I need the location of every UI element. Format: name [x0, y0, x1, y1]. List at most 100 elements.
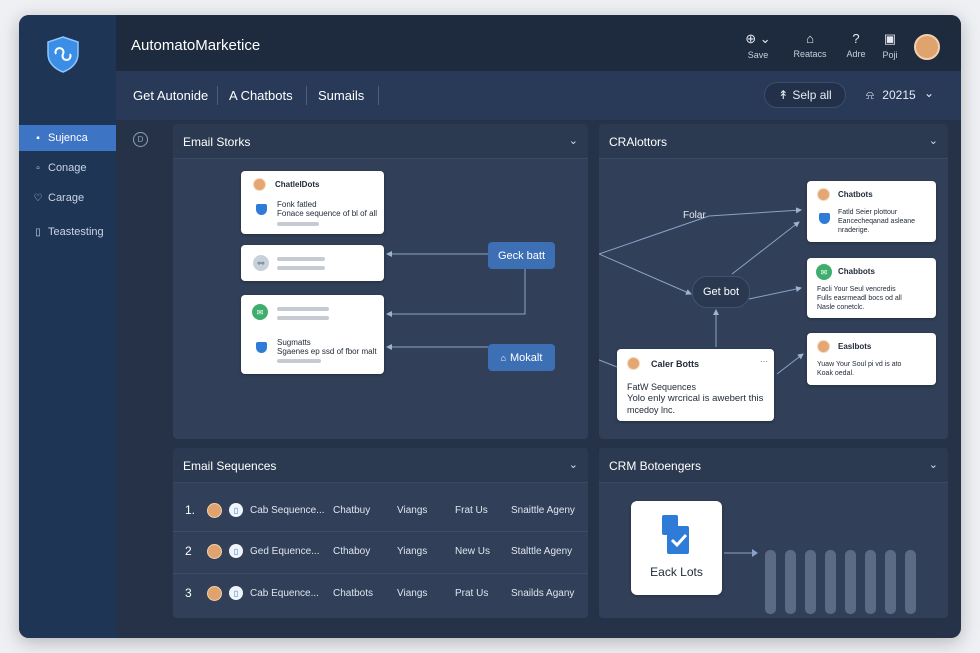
sidebar-item-teastesting[interactable]: ▯ Teastesting: [19, 219, 116, 245]
chatlel-dots-card[interactable]: ChatlelDots Fonk fatled Fonace sequence …: [241, 171, 384, 234]
placeholder-card[interactable]: ⚯: [241, 245, 384, 281]
panel-header: CRM Botoengers ⌄: [599, 448, 948, 483]
link-icon: ⚯: [253, 255, 269, 271]
tab-get-autonide[interactable]: Get Autonide: [133, 88, 208, 103]
table-row[interactable]: 3 ▯ Cab Equence... Chatbots Viangs Prat …: [173, 575, 588, 612]
card-line: Sgaenes ep ssd of fbor malt: [277, 347, 377, 356]
sequence-name: Cab Sequence...: [250, 505, 325, 516]
sidebar-item-label: Teastesting: [48, 226, 104, 238]
chevron-down-icon[interactable]: ⌄: [924, 86, 934, 100]
crm-bar: [825, 550, 836, 614]
sidebar-item-label: Carage: [48, 192, 85, 204]
avatar: [207, 586, 222, 601]
placeholder-bar: [277, 266, 325, 270]
card-title: Chabbots: [838, 267, 875, 276]
card-line: Fatld Seier plottour: [838, 209, 898, 216]
cell: Viangs: [397, 505, 428, 516]
mail-icon: ✉: [252, 304, 268, 320]
table-row[interactable]: 1. ▯ Cab Sequence... Chatbuy Viangs Frat…: [173, 492, 588, 529]
tab-bar: Get Autonide A Chatbots Sumails ↟ Selp a…: [116, 71, 961, 120]
cell: Viangs: [397, 588, 428, 599]
mokalt-node[interactable]: ⌂ Mokalt: [488, 344, 555, 371]
panel-title: CRM Botoengers: [609, 459, 702, 473]
shield-icon: [819, 213, 830, 224]
cell: Frat Us: [455, 505, 488, 516]
year-value: 20215: [882, 88, 916, 102]
crm-bar: [885, 550, 896, 614]
easlbots-card[interactable]: Easlbots Yuaw Your Soul pi vd is ato Koa…: [807, 333, 936, 385]
sidebar-item-label: Sujenca: [48, 132, 88, 144]
heart-icon: ♡: [33, 192, 43, 204]
sidebar-item-label: Conage: [48, 162, 87, 174]
sidebar-item-conage[interactable]: ▫ Conage: [19, 155, 116, 181]
tab-divider: [306, 86, 307, 105]
caller-botts-card[interactable]: Caler Botts ⋯ FatW Sequences Yolo enly w…: [617, 349, 774, 421]
email-storks-panel: Email Storks ⌄ ChatlelDots Fonk fatled F…: [173, 124, 588, 439]
card-line: Fulls easrmeadl bocs od all: [817, 295, 902, 302]
row-number: 2: [185, 544, 192, 558]
crm-bar: [805, 550, 816, 614]
more-icon[interactable]: ⋯: [760, 357, 768, 366]
lock-icon: ▪: [36, 132, 40, 144]
cell: Stalttle Ageny: [511, 546, 573, 557]
cell: Prat Us: [455, 588, 489, 599]
doc-icon: ▯: [229, 503, 243, 517]
card-line: Yolo enly wrcrical is awebert this: [627, 393, 764, 404]
chabbots-card[interactable]: ✉ Chabbots Facli Your Seul vencredis Ful…: [807, 258, 936, 318]
adre-label: Adre: [846, 49, 866, 59]
tab-divider: [378, 86, 379, 105]
get-bot-node[interactable]: Get bot: [692, 276, 750, 308]
card-title: Chatbots: [838, 190, 873, 199]
arrow-right-icon: [724, 549, 758, 557]
row-number: 1.: [185, 503, 196, 517]
user-avatar[interactable]: [914, 34, 940, 60]
each-lots-tile[interactable]: Eack Lots: [631, 501, 722, 595]
tile-label: Eack Lots: [650, 565, 703, 579]
table-row[interactable]: 2 ▯ Ged Equence... Cthaboy Yiangs New Us…: [173, 533, 588, 570]
calendar-icon: ⍾: [866, 88, 874, 102]
sidebar-item-sujenca[interactable]: ▪ Sujenca: [19, 125, 116, 151]
shield-logo-icon: [47, 36, 79, 73]
tab-sumails[interactable]: Sumails: [318, 88, 364, 103]
collapse-rail-icon[interactable]: D: [133, 132, 148, 147]
top-header: AutomatoMarketice ⊕ ⌄ Save ⌂ Reatacs ? A…: [116, 15, 961, 71]
poji-action[interactable]: ▣ Poji: [870, 31, 910, 60]
tab-chatbots[interactable]: A Chatbots: [229, 88, 293, 103]
avatar: [207, 544, 222, 559]
sequence-name: Ged Equence...: [250, 546, 320, 557]
avatar: [817, 340, 830, 353]
card-line: Facli Your Seul vencredis: [817, 286, 896, 293]
placeholder-bar: [277, 222, 319, 226]
crm-bar: [785, 550, 796, 614]
sugmatts-card[interactable]: ✉ Sugmatts Sgaenes ep ssd of fbor malt: [241, 295, 384, 374]
placeholder-bar: [277, 257, 325, 261]
cell: Snailds Agany: [511, 588, 575, 599]
card-line: Fonace sequence of bl of all: [277, 209, 378, 218]
chatbots-card[interactable]: Chatbots Fatld Seier plottour Eancecheqa…: [807, 181, 936, 242]
reatacs-action[interactable]: ⌂ Reatacs: [790, 31, 830, 59]
home-icon: ⌂: [500, 352, 507, 363]
cell: Yiangs: [397, 546, 428, 557]
cell: Cthaboy: [333, 546, 371, 557]
card-line: Koak oedal.: [817, 370, 854, 377]
card-line: FatW Sequences: [627, 382, 697, 392]
chevron-down-icon[interactable]: ⌄: [929, 458, 938, 471]
year-selector[interactable]: ⍾ 20215: [866, 88, 916, 103]
select-all-button[interactable]: ↟ Selp all: [764, 82, 846, 108]
cell: Chatbots: [333, 588, 374, 599]
geck-batt-node[interactable]: Geck batt: [488, 242, 555, 269]
tab-divider: [217, 86, 218, 105]
app-window: ▪ Sujenca ▫ Conage ♡ Carage ▯ Teastestin…: [19, 15, 961, 638]
clipboard-icon: ▣: [883, 31, 897, 46]
email-sequences-panel: Email Sequences ⌄ 1. ▯ Cab Sequence... C…: [173, 448, 588, 618]
select-all-label: Selp all: [792, 88, 832, 102]
card-title: ChatlelDots: [275, 180, 320, 189]
save-action[interactable]: ⊕ ⌄ Save: [738, 31, 778, 60]
sidebar-item-carage[interactable]: ♡ Carage: [19, 185, 116, 211]
chevron-down-icon[interactable]: ⌄: [569, 458, 578, 471]
card-line: nraderige.: [838, 227, 870, 234]
poji-label: Poji: [882, 50, 898, 60]
doc-icon: ▯: [229, 586, 243, 600]
cursor-icon: ↟: [778, 88, 789, 102]
avatar: [253, 178, 266, 191]
